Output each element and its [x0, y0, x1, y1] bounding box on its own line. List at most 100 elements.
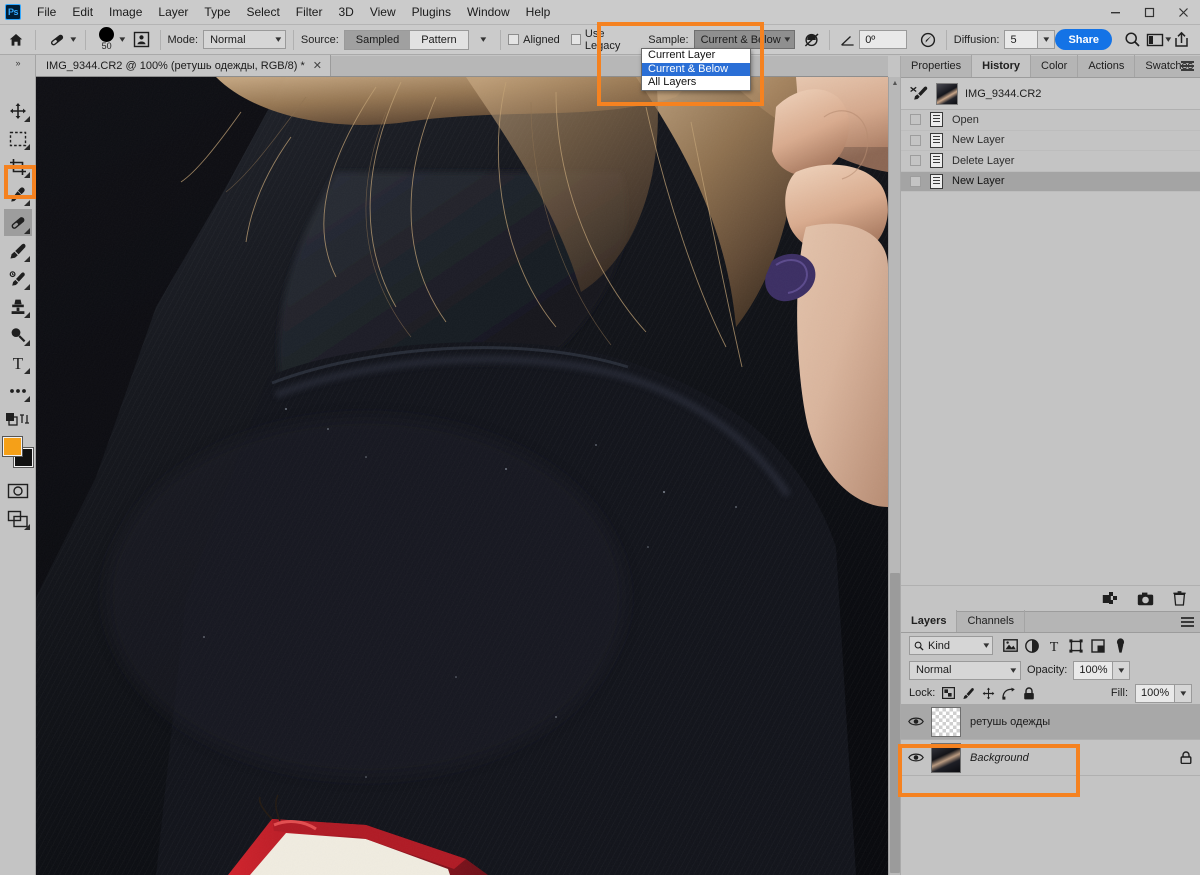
swap-colors-control[interactable]	[4, 405, 32, 432]
menu-edit[interactable]: Edit	[64, 2, 101, 22]
dodge-tool[interactable]	[4, 321, 32, 348]
toggle-filter-icon[interactable]	[1109, 636, 1131, 656]
history-snapshot-row[interactable]: IMG_9344.CR2	[901, 78, 1200, 110]
chevron-down-icon[interactable]: ▾	[1174, 684, 1191, 702]
menu-type[interactable]: Type	[196, 2, 238, 22]
sample-option-all-layers[interactable]: All Layers	[642, 76, 750, 90]
brush-tool[interactable]	[4, 237, 32, 264]
share-button[interactable]: Share	[1055, 29, 1113, 50]
menu-3d[interactable]: 3D	[330, 2, 361, 22]
menu-plugins[interactable]: Plugins	[404, 2, 459, 22]
collapse-toolbar-button[interactable]: »	[0, 55, 36, 71]
layer-row-retouch[interactable]: ретушь одежды	[901, 704, 1200, 740]
layer-name[interactable]: ретушь одежды	[970, 716, 1200, 728]
diffusion-stepper[interactable]: 5 ▾	[1004, 30, 1056, 49]
sample-option-current-layer[interactable]: Current Layer	[642, 49, 750, 63]
ignore-adjustment-layers-icon[interactable]	[801, 29, 823, 51]
pattern-picker-chevron-icon[interactable]: ▾	[480, 34, 486, 45]
menu-window[interactable]: Window	[459, 2, 518, 22]
crop-tool[interactable]	[4, 153, 32, 180]
lock-artboard-nesting-icon[interactable]	[1002, 687, 1016, 700]
create-snapshot-icon[interactable]	[1137, 592, 1154, 606]
menu-file[interactable]: File	[29, 2, 64, 22]
lock-transparent-pixels-icon[interactable]	[942, 687, 956, 699]
aligned-checkbox[interactable]: Aligned	[508, 34, 560, 46]
close-icon[interactable]: ✕	[313, 59, 322, 72]
document-tab[interactable]: IMG_9344.CR2 @ 100% (ретушь одежды, RGB/…	[36, 55, 332, 76]
layer-thumbnail[interactable]	[931, 742, 961, 773]
home-icon[interactable]	[4, 29, 28, 51]
history-state-open[interactable]: Open	[901, 110, 1200, 131]
angle-field[interactable]: 0º	[859, 30, 908, 49]
menu-filter[interactable]: Filter	[288, 2, 331, 22]
panel-menu-icon[interactable]	[1181, 617, 1194, 629]
source-pattern-button[interactable]: Pattern	[410, 30, 468, 49]
history-state-delete-layer[interactable]: Delete Layer	[901, 151, 1200, 172]
close-button[interactable]	[1166, 0, 1200, 25]
menu-image[interactable]: Image	[101, 2, 150, 22]
source-segmented-control[interactable]: Sampled Pattern	[343, 29, 469, 50]
type-layers-icon[interactable]: T	[1043, 636, 1065, 656]
eyedropper-tool[interactable]	[4, 181, 32, 208]
mode-select[interactable]: Normal ▾	[203, 30, 286, 49]
sample-select[interactable]: Current & Below ▾	[693, 30, 795, 49]
menu-view[interactable]: View	[362, 2, 404, 22]
menu-help[interactable]: Help	[518, 2, 559, 22]
history-state-new-layer-2[interactable]: New Layer	[901, 171, 1200, 192]
clone-stamp-tool[interactable]	[4, 293, 32, 320]
lock-image-pixels-icon[interactable]	[962, 687, 975, 700]
history-state-source-checkbox[interactable]	[910, 134, 921, 146]
tool-preset-picker[interactable]: ▾	[43, 30, 79, 50]
chevron-down-icon[interactable]: ▾	[1112, 661, 1130, 679]
layer-name[interactable]: Background	[970, 752, 1172, 764]
pressure-for-size-icon[interactable]	[917, 29, 939, 51]
tab-history[interactable]: History	[972, 55, 1032, 77]
delete-state-icon[interactable]	[1173, 591, 1186, 606]
screen-mode-button[interactable]	[4, 505, 32, 532]
healing-brush-tool[interactable]	[3, 209, 32, 236]
history-state-source-checkbox[interactable]	[910, 114, 921, 126]
layer-thumbnail[interactable]	[931, 706, 961, 737]
use-legacy-checkbox[interactable]: Use Legacy	[570, 28, 637, 52]
layer-visibility-toggle[interactable]	[901, 716, 931, 727]
layer-opacity-stepper[interactable]: 100% ▾	[1073, 660, 1131, 680]
tab-channels[interactable]: Channels	[957, 610, 1025, 632]
workspace-switcher-icon[interactable]	[1144, 29, 1166, 51]
shape-layers-icon[interactable]	[1065, 636, 1087, 656]
image-canvas[interactable]	[36, 77, 888, 875]
foreground-background-colors[interactable]	[1, 436, 34, 468]
tab-layers[interactable]: Layers	[901, 610, 958, 632]
adjustment-layers-icon[interactable]	[1021, 636, 1043, 656]
share-export-icon[interactable]	[1170, 29, 1192, 51]
brush-preset-chevron-icon[interactable]: ▾	[120, 34, 126, 45]
tab-actions[interactable]: Actions	[1078, 55, 1136, 77]
history-state-source-checkbox[interactable]	[910, 155, 921, 167]
canvas-vertical-scrollbar[interactable]: ▲	[888, 77, 900, 875]
edit-toolbar-tool[interactable]	[4, 377, 32, 404]
create-document-from-state-icon[interactable]	[1102, 591, 1118, 606]
brush-settings-icon[interactable]	[131, 29, 153, 51]
pixel-layers-icon[interactable]	[999, 636, 1021, 656]
brush-size-preview[interactable]: 50	[93, 27, 120, 53]
sample-option-current-and-below[interactable]: Current & Below	[642, 62, 750, 76]
rectangular-marquee-tool[interactable]	[4, 125, 32, 152]
menu-select[interactable]: Select	[238, 2, 287, 22]
scrollbar-thumb[interactable]	[890, 573, 900, 873]
history-state-new-layer-1[interactable]: New Layer	[901, 131, 1200, 151]
source-sampled-button[interactable]: Sampled	[344, 30, 411, 49]
tab-color[interactable]: Color	[1031, 55, 1079, 77]
layer-row-background[interactable]: Background	[901, 740, 1200, 776]
layer-blend-mode-select[interactable]: Normal ▾	[909, 660, 1021, 680]
tab-properties[interactable]: Properties	[901, 55, 973, 77]
chevron-down-icon[interactable]: ▾	[1037, 31, 1055, 48]
sample-dropdown-menu[interactable]: Current Layer Current & Below All Layers	[641, 48, 751, 91]
layer-fill-stepper[interactable]: 100% ▾	[1135, 683, 1192, 703]
foreground-color-swatch[interactable]	[1, 436, 23, 457]
lock-all-icon[interactable]	[1023, 686, 1035, 700]
history-brush-tool[interactable]	[4, 265, 32, 292]
panel-menu-icon[interactable]	[1181, 61, 1194, 73]
chevron-down-icon[interactable]: ▾	[1165, 34, 1171, 45]
lock-position-icon[interactable]	[982, 687, 995, 700]
minimize-button[interactable]	[1098, 0, 1132, 25]
smart-objects-icon[interactable]	[1087, 636, 1109, 656]
